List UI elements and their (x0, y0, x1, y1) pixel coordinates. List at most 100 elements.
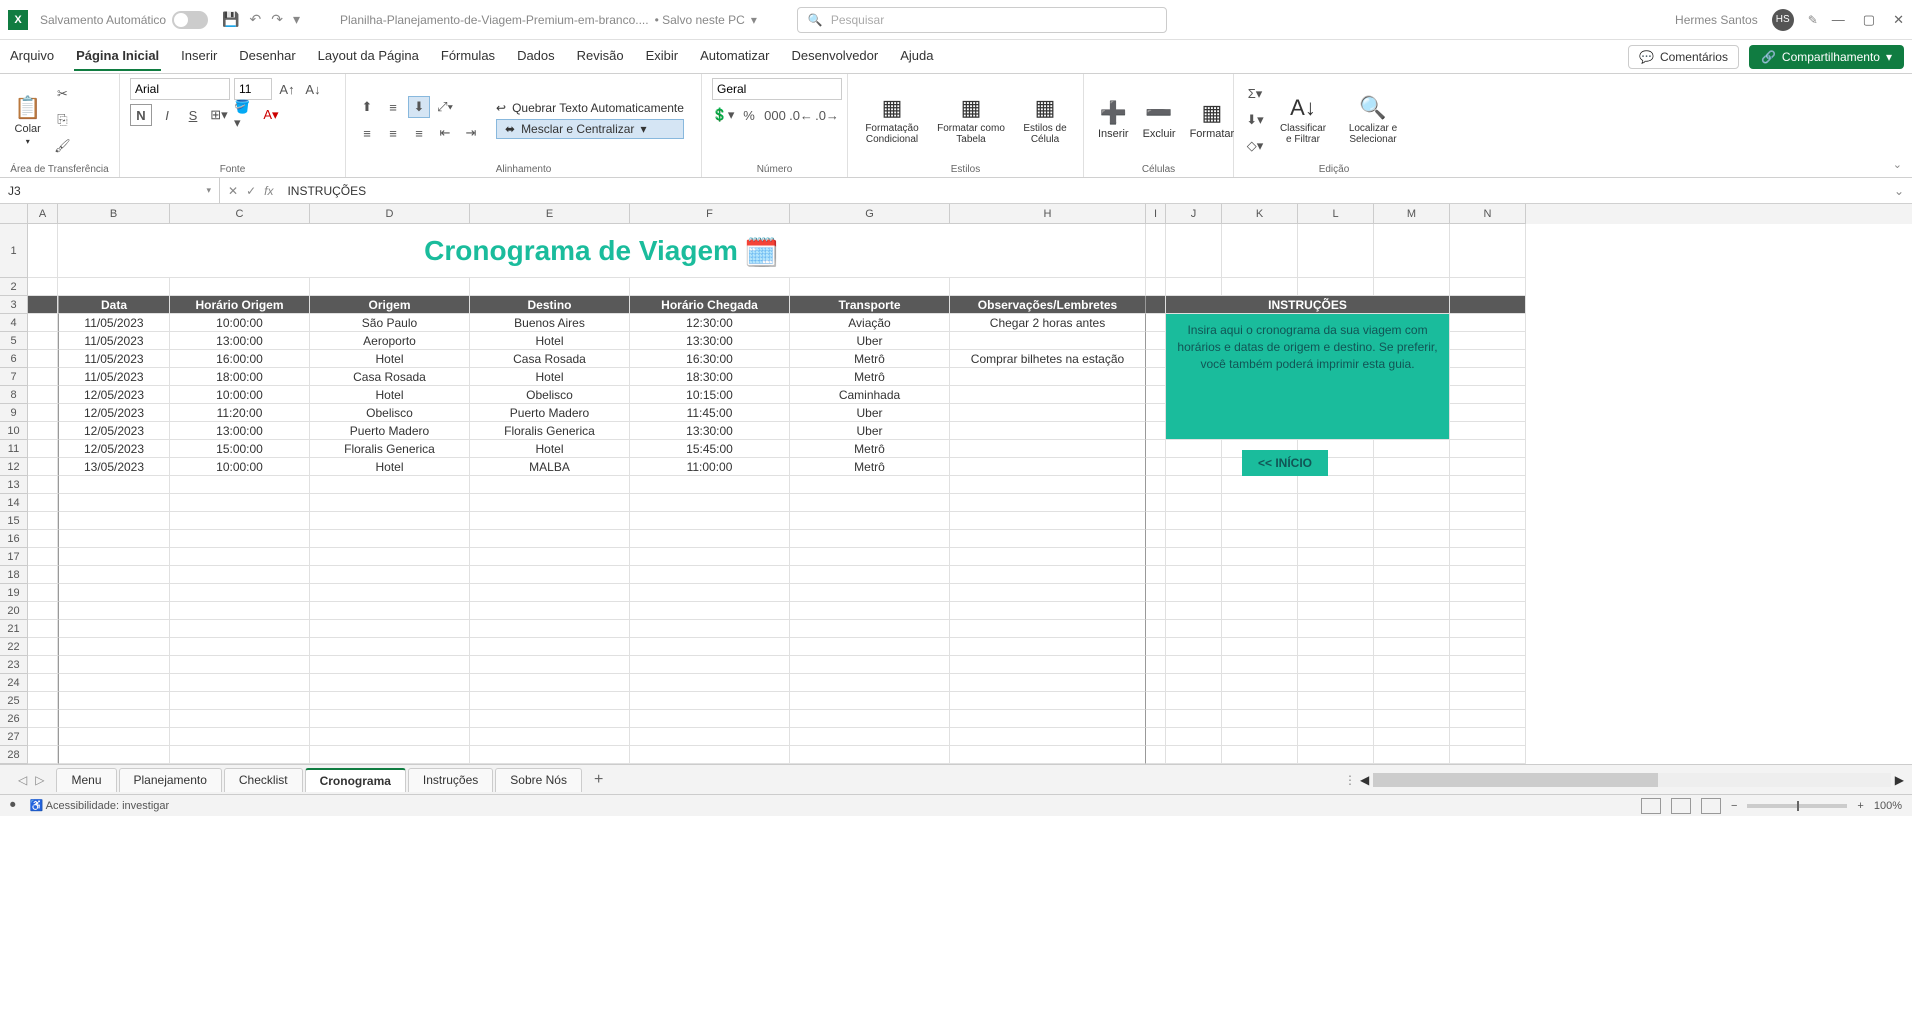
cell[interactable] (1298, 602, 1374, 620)
cell[interactable] (630, 512, 790, 530)
table-cell[interactable]: 11:45:00 (630, 404, 790, 422)
cell[interactable] (1166, 656, 1222, 674)
format-as-table-button[interactable]: ▦Formatar como Tabela (932, 93, 1010, 147)
cell[interactable] (310, 638, 470, 656)
table-cell[interactable]: 13:30:00 (630, 332, 790, 350)
cell[interactable] (1298, 494, 1374, 512)
cell[interactable] (28, 314, 58, 332)
cell[interactable] (170, 548, 310, 566)
row-header-12[interactable]: 12 (0, 458, 28, 476)
cell[interactable] (1298, 638, 1374, 656)
table-cell[interactable]: 15:45:00 (630, 440, 790, 458)
cell[interactable] (1450, 422, 1526, 440)
table-cell[interactable]: 12/05/2023 (58, 440, 170, 458)
cell[interactable] (790, 620, 950, 638)
table-cell[interactable]: Metrô (790, 368, 950, 386)
row-header-3[interactable]: 3 (0, 296, 28, 314)
cell[interactable] (1374, 692, 1450, 710)
cell[interactable] (1146, 548, 1166, 566)
cell[interactable] (1298, 656, 1374, 674)
table-cell[interactable]: 12/05/2023 (58, 404, 170, 422)
cell[interactable] (28, 494, 58, 512)
cell[interactable] (1298, 530, 1374, 548)
row-header-28[interactable]: 28 (0, 746, 28, 764)
cell[interactable] (1146, 638, 1166, 656)
cell[interactable] (1166, 692, 1222, 710)
table-cell[interactable]: 11:20:00 (170, 404, 310, 422)
cell[interactable] (170, 746, 310, 764)
cell[interactable] (950, 638, 1146, 656)
row-header-7[interactable]: 7 (0, 368, 28, 386)
table-cell[interactable]: Floralis Generica (310, 440, 470, 458)
cell[interactable] (630, 476, 790, 494)
cell[interactable] (170, 566, 310, 584)
ribbon-tab-fórmulas[interactable]: Fórmulas (439, 42, 497, 71)
cell[interactable] (790, 476, 950, 494)
cell[interactable] (950, 674, 1146, 692)
table-cell[interactable]: 10:00:00 (170, 314, 310, 332)
cell[interactable] (170, 494, 310, 512)
row-header-15[interactable]: 15 (0, 512, 28, 530)
ribbon-tab-arquivo[interactable]: Arquivo (8, 42, 56, 71)
cell[interactable] (1450, 368, 1526, 386)
cell[interactable] (1146, 692, 1166, 710)
row-header-5[interactable]: 5 (0, 332, 28, 350)
cell[interactable] (790, 530, 950, 548)
cell[interactable] (470, 278, 630, 296)
cell[interactable] (28, 440, 58, 458)
cell[interactable] (28, 548, 58, 566)
table-cell[interactable]: Chegar 2 horas antes (950, 314, 1146, 332)
align-center-icon[interactable]: ≡ (382, 122, 404, 144)
clear-icon[interactable]: ◇▾ (1244, 135, 1266, 157)
comma-icon[interactable]: 000 (764, 104, 786, 126)
cell[interactable] (1450, 620, 1526, 638)
cell[interactable] (28, 278, 58, 296)
cell[interactable] (310, 656, 470, 674)
pen-icon[interactable]: ✎ (1808, 13, 1818, 27)
user-avatar[interactable]: HS (1772, 9, 1794, 31)
cell[interactable] (28, 602, 58, 620)
increase-decimal-icon[interactable]: .0← (790, 104, 812, 126)
cell[interactable] (470, 584, 630, 602)
orientation-icon[interactable]: ⤢▾ (434, 96, 456, 118)
cell[interactable] (170, 710, 310, 728)
table-cell[interactable]: 10:15:00 (630, 386, 790, 404)
sheet-tabs-menu-icon[interactable]: ⋮ (1344, 773, 1356, 787)
table-cell[interactable]: 11/05/2023 (58, 350, 170, 368)
cell[interactable] (1146, 458, 1166, 476)
table-cell[interactable]: 10:00:00 (170, 386, 310, 404)
cell[interactable] (1450, 314, 1526, 332)
cell[interactable] (58, 548, 170, 566)
cell[interactable] (1450, 728, 1526, 746)
cell[interactable] (790, 566, 950, 584)
cell[interactable] (1298, 692, 1374, 710)
cell[interactable] (310, 620, 470, 638)
cell[interactable] (1374, 620, 1450, 638)
cell[interactable] (310, 602, 470, 620)
borders-button[interactable]: ⊞▾ (208, 104, 230, 126)
cell[interactable] (28, 728, 58, 746)
table-cell[interactable]: 11/05/2023 (58, 314, 170, 332)
cell[interactable] (1146, 224, 1166, 278)
cell[interactable] (1222, 530, 1298, 548)
close-button[interactable]: ✕ (1893, 12, 1904, 28)
cell[interactable] (1450, 746, 1526, 764)
expand-formula-icon[interactable]: ⌄ (1886, 184, 1912, 198)
cell[interactable] (58, 746, 170, 764)
cell[interactable] (1450, 350, 1526, 368)
row-header-27[interactable]: 27 (0, 728, 28, 746)
row-header-6[interactable]: 6 (0, 350, 28, 368)
cell[interactable] (790, 746, 950, 764)
cell[interactable] (630, 602, 790, 620)
cell[interactable] (1222, 674, 1298, 692)
table-cell[interactable]: 13:00:00 (170, 422, 310, 440)
cell[interactable] (1146, 728, 1166, 746)
cell[interactable] (28, 674, 58, 692)
column-header-C[interactable]: C (170, 204, 310, 224)
cell[interactable] (790, 278, 950, 296)
decrease-font-icon[interactable]: A↓ (302, 78, 324, 100)
cell[interactable] (28, 710, 58, 728)
cell[interactable] (1222, 512, 1298, 530)
table-cell[interactable]: Metrô (790, 350, 950, 368)
horizontal-scrollbar[interactable] (1373, 773, 1891, 787)
